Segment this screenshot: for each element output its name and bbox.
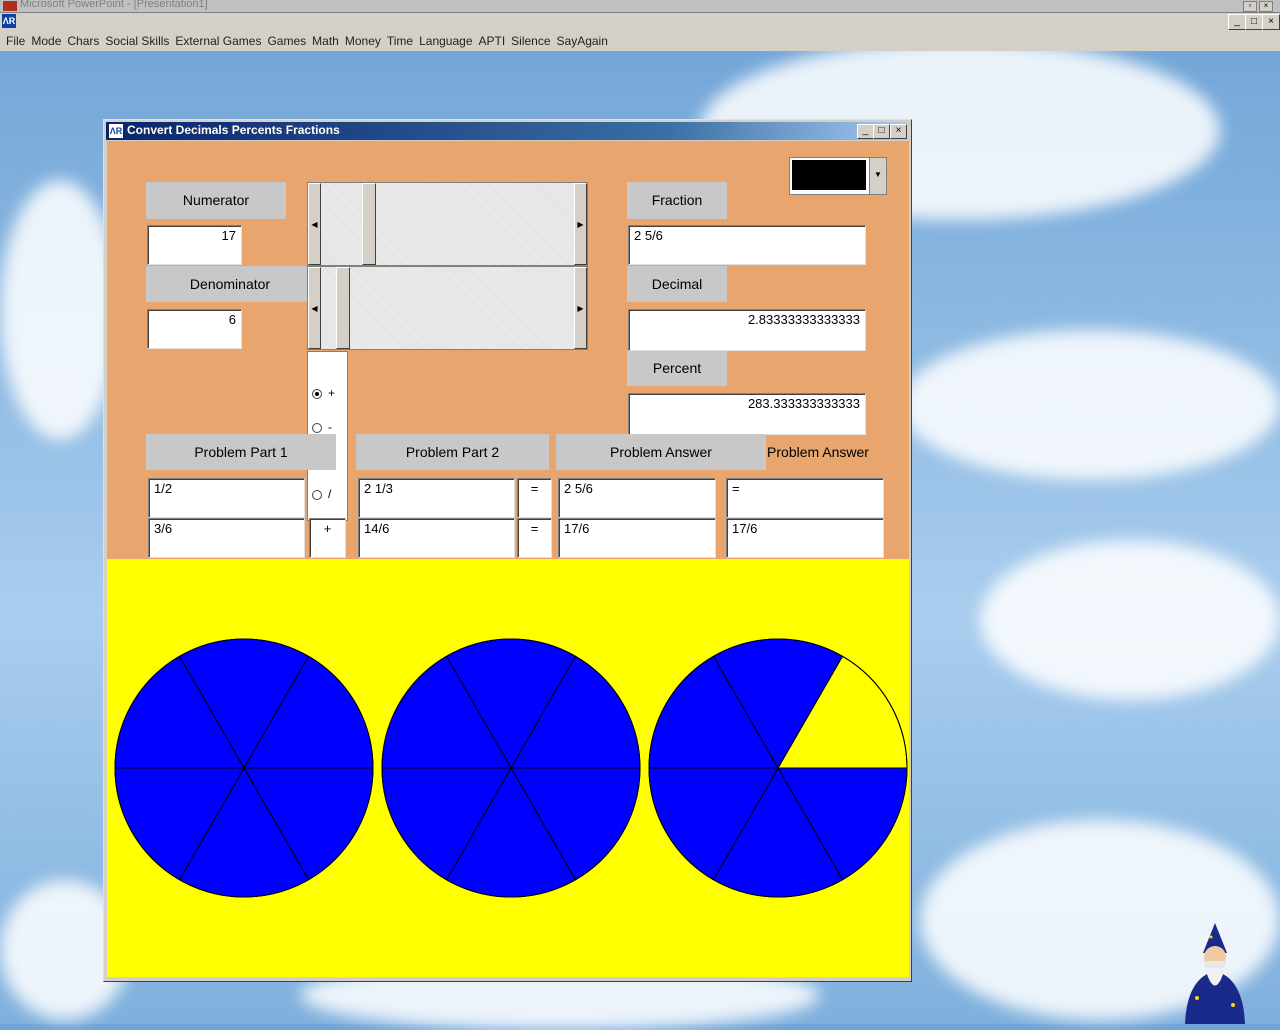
row1-part1-field[interactable]: 1/2 [148,478,305,518]
window-close-button[interactable]: × [890,124,907,139]
denominator-field[interactable]: 6 [147,309,242,349]
row2-part1-field[interactable]: 3/6 [148,518,305,558]
row2-operator: + [309,518,346,558]
powerpoint-icon [3,1,17,11]
controls-panel: ▼ Numerator 17 Denominator 6 ◀ ▶ ◀ ▶ Fra… [107,141,909,559]
cloud [980,540,1280,700]
radio-divide[interactable]: / [312,487,331,501]
menu-time[interactable]: Time [387,31,413,51]
scroll-left-icon[interactable]: ◀ [308,183,321,265]
menu-mode[interactable]: Mode [31,31,61,51]
wizard-assistant-icon[interactable] [1175,923,1255,1024]
window-maximize-button[interactable]: □ [873,124,890,139]
numerator-slider[interactable]: ◀ ▶ [307,182,588,266]
numerator-label: Numerator [146,182,286,219]
fraction-field[interactable]: 2 5/6 [628,225,866,265]
menu-file[interactable]: File [6,31,25,51]
radio-label: - [328,420,332,434]
row1-answer-field[interactable]: 2 5/6 [558,478,716,518]
cloud [900,330,1280,480]
fraction-pie [648,638,908,898]
denominator-slider[interactable]: ◀ ▶ [307,266,588,350]
powerpoint-title: Microsoft PowerPoint - [Presentation1] [20,0,208,10]
menu-money[interactable]: Money [345,31,381,51]
row2-answer-field[interactable]: 17/6 [558,518,716,558]
menu-silence[interactable]: Silence [511,31,550,51]
menu-math[interactable]: Math [312,31,339,51]
fraction-pie [381,638,641,898]
scroll-left-icon[interactable]: ◀ [308,267,321,349]
maximize-button[interactable]: □ [1245,14,1263,30]
fraction-pie [114,638,374,898]
row1-part2-field[interactable]: 2 1/3 [358,478,515,518]
radio-button-icon[interactable] [312,388,322,399]
window-minimize-button[interactable]: _ [857,124,874,139]
percent-field[interactable]: 283.333333333333 [628,393,866,435]
restore-icon[interactable]: ▫ [1243,1,1257,12]
app-icon: ΛR [2,14,16,28]
row2-equals: = [517,518,552,558]
radio-label: / [328,487,332,501]
radio-label: + [328,386,336,400]
color-select[interactable]: ▼ [789,157,887,195]
row2-part2-field[interactable]: 14/6 [358,518,515,558]
scroll-right-icon[interactable]: ▶ [574,267,587,349]
cloud [0,180,120,440]
fraction-label: Fraction [627,182,727,219]
fraction-pie-canvas [107,559,909,977]
chevron-down-icon[interactable]: ▼ [869,158,886,194]
percent-label: Percent [627,351,727,386]
menu-apti[interactable]: APTI [479,31,506,51]
menu-social-skills[interactable]: Social Skills [105,31,169,51]
radio-button-icon[interactable] [312,489,322,500]
row1-equals: = [517,478,552,518]
menu-language[interactable]: Language [419,31,472,51]
menu-games[interactable]: Games [267,31,306,51]
radio-add[interactable]: + [312,386,335,400]
scroll-right-icon[interactable]: ▶ [574,183,587,265]
app-titlebar: ΛR _ □ × [0,13,1280,32]
problem-answer-header-2: Problem Answer [767,444,869,460]
pie-chart-area [114,638,908,898]
menu-external-games[interactable]: External Games [175,31,261,51]
problem-part1-header: Problem Part 1 [146,434,336,470]
window-icon: ΛR [109,124,123,138]
powerpoint-titlebar: Microsoft PowerPoint - [Presentation1] ▫… [0,0,1280,13]
decimal-label: Decimal [627,266,727,302]
menu-sayagain[interactable]: SayAgain [557,31,608,51]
window-titlebar: ΛR Convert Decimals Percents Fractions _… [106,122,907,140]
decimal-field[interactable]: 2.83333333333333 [628,309,866,351]
row2-answer2-field[interactable]: 17/6 [726,518,884,558]
slider-thumb[interactable] [336,267,350,349]
close-button[interactable]: × [1262,14,1280,30]
window-title: Convert Decimals Percents Fractions [127,123,340,137]
radio-button-icon[interactable] [312,422,322,433]
convert-window: ΛR Convert Decimals Percents Fractions _… [103,119,912,982]
slider-thumb[interactable] [362,183,376,265]
numerator-field[interactable]: 17 [147,225,242,265]
problem-part2-header: Problem Part 2 [356,434,549,470]
denominator-label: Denominator [146,266,314,302]
menubar: File Mode Chars Social Skills External Games… [0,31,1280,51]
close-icon[interactable]: × [1259,1,1273,12]
menu-chars[interactable]: Chars [67,31,99,51]
minimize-button[interactable]: _ [1228,14,1246,30]
color-swatch [792,160,866,190]
radio-subtract[interactable]: - [312,420,332,434]
row1-answer2-field[interactable]: = [726,478,884,518]
